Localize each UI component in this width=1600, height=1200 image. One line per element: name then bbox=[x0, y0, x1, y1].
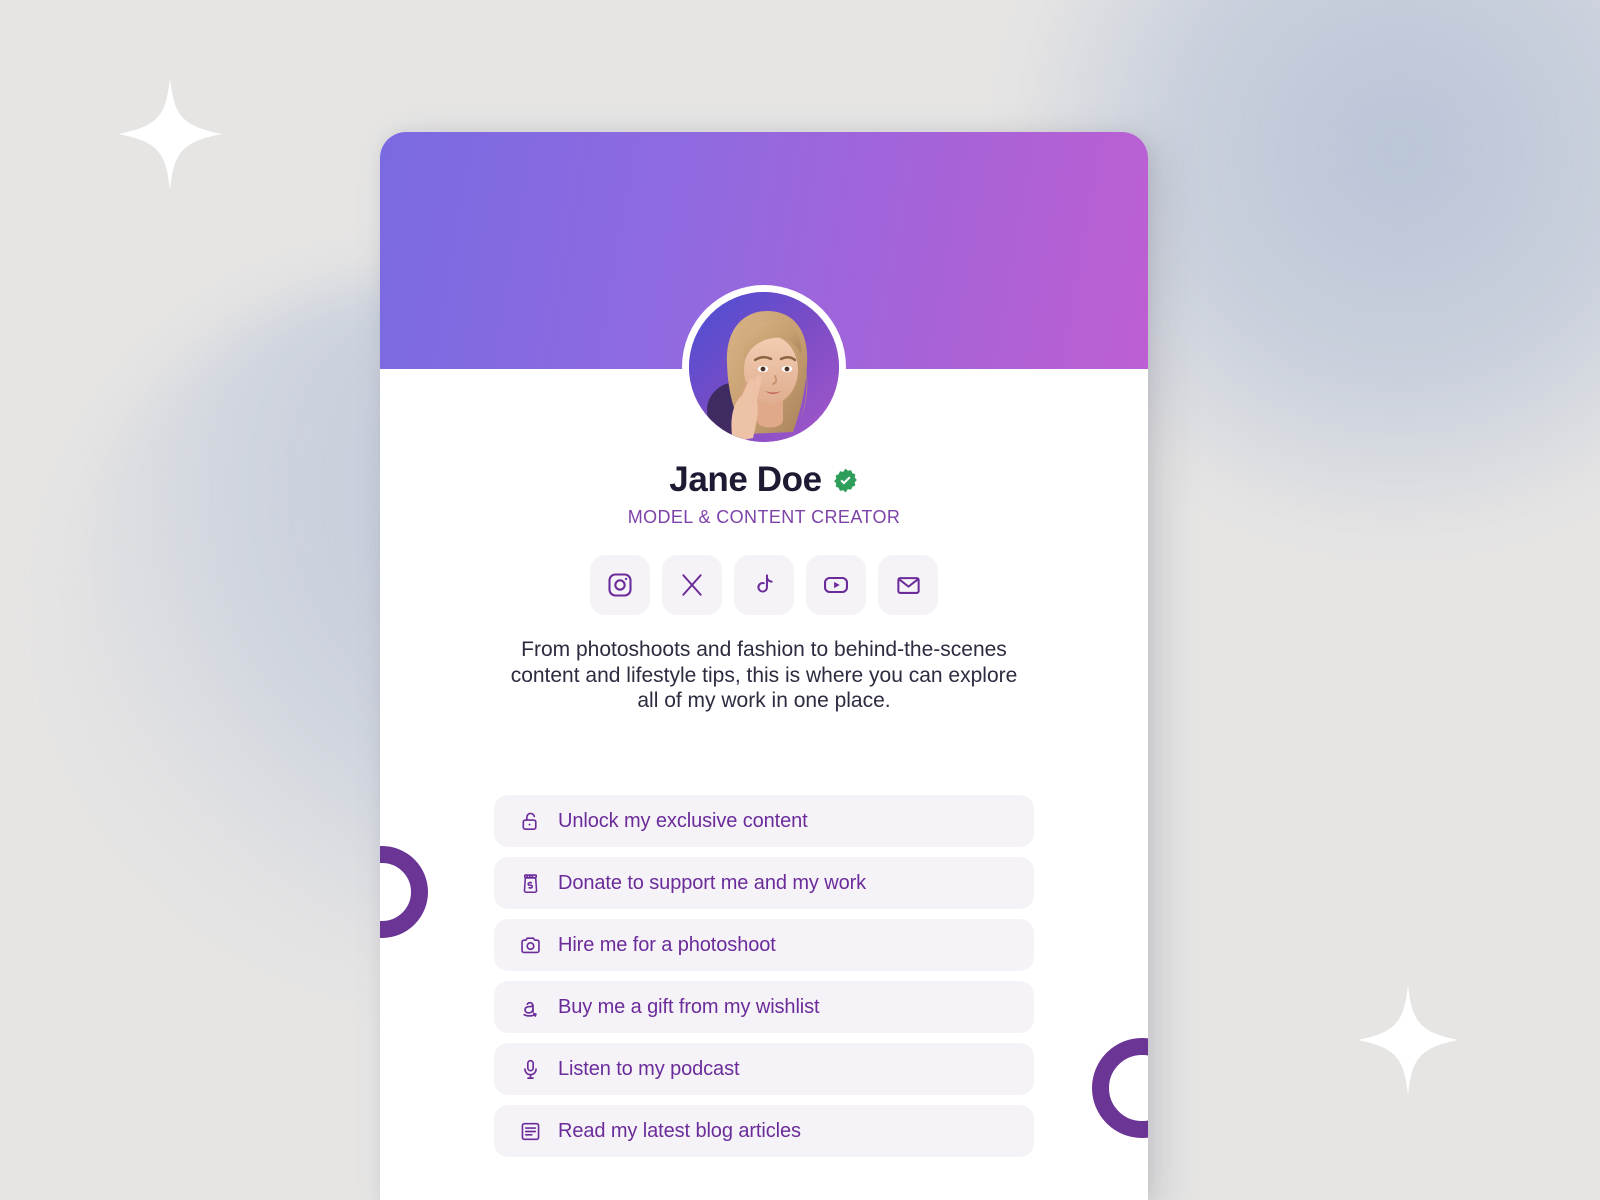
link-item-label: Buy me a gift from my wishlist bbox=[558, 995, 820, 1018]
social-link-youtube[interactable] bbox=[806, 555, 866, 615]
social-link-x[interactable] bbox=[662, 555, 722, 615]
unlock-icon bbox=[518, 809, 542, 833]
page-title: Jane Doe bbox=[669, 460, 822, 499]
link-item-hire-photoshoot[interactable]: Hire me for a photoshoot bbox=[494, 919, 1034, 971]
name-row: Jane Doe bbox=[380, 460, 1148, 500]
link-item-donate[interactable]: Donate to support me and my work bbox=[494, 857, 1034, 909]
avatar-image bbox=[689, 292, 839, 442]
sparkle-icon bbox=[1358, 985, 1458, 1095]
verified-badge-icon bbox=[832, 467, 859, 494]
profile-tagline: MODEL & CONTENT CREATOR bbox=[627, 507, 901, 527]
identity-block: Jane Doe MODEL & CONTENT CREATOR bbox=[380, 460, 1148, 528]
social-link-tiktok[interactable] bbox=[734, 555, 794, 615]
youtube-icon bbox=[822, 571, 850, 599]
avatar bbox=[682, 285, 846, 449]
social-link-email[interactable] bbox=[878, 555, 938, 615]
link-item-label: Listen to my podcast bbox=[558, 1057, 740, 1080]
social-link-instagram[interactable] bbox=[590, 555, 650, 615]
link-item-wishlist[interactable]: Buy me a gift from my wishlist bbox=[494, 981, 1034, 1033]
social-links-row bbox=[380, 555, 1148, 615]
tip-jar-icon bbox=[518, 871, 542, 895]
envelope-icon bbox=[895, 572, 922, 599]
decorative-ring bbox=[1092, 1038, 1148, 1138]
link-list: Unlock my exclusive content Donate to su… bbox=[494, 795, 1034, 1157]
link-item-unlock-content[interactable]: Unlock my exclusive content bbox=[494, 795, 1034, 847]
profile-bio: From photoshoots and fashion to behind-t… bbox=[510, 638, 1018, 713]
instagram-icon bbox=[606, 571, 634, 599]
link-item-label: Hire me for a photoshoot bbox=[558, 933, 776, 956]
link-item-podcast[interactable]: Listen to my podcast bbox=[494, 1043, 1034, 1095]
profile-card: Jane Doe MODEL & CONTENT CREATOR From ph… bbox=[380, 132, 1148, 1200]
sparkle-icon bbox=[118, 78, 222, 190]
microphone-icon bbox=[518, 1057, 542, 1081]
amazon-icon bbox=[518, 995, 542, 1019]
decorative-ring bbox=[380, 846, 428, 938]
page-root: Jane Doe MODEL & CONTENT CREATOR From ph… bbox=[0, 0, 1600, 1200]
tiktok-icon bbox=[751, 572, 778, 599]
link-item-blog[interactable]: Read my latest blog articles bbox=[494, 1105, 1034, 1157]
article-icon bbox=[518, 1119, 542, 1143]
x-twitter-icon bbox=[679, 572, 705, 598]
link-item-label: Read my latest blog articles bbox=[558, 1119, 801, 1142]
link-item-label: Donate to support me and my work bbox=[558, 871, 867, 894]
link-item-label: Unlock my exclusive content bbox=[558, 809, 808, 832]
camera-icon bbox=[518, 933, 542, 957]
